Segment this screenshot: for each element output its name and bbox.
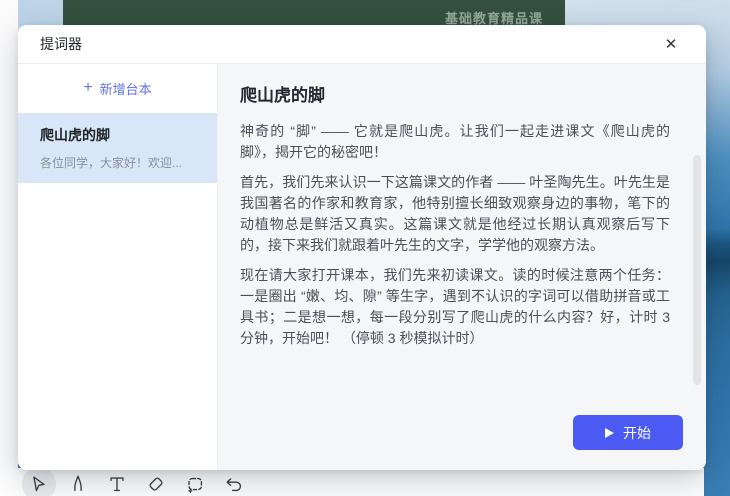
background-slide: 基础教育精品课 — [63, 0, 565, 26]
lasso-tool-icon[interactable] — [184, 473, 206, 495]
undo-tool-icon[interactable] — [223, 473, 245, 495]
annotation-toolbar — [22, 467, 245, 496]
play-icon — [605, 427, 614, 438]
dialog-body: + 新增台本 爬山虎的脚 各位同学，大家好！欢迎... 爬山虎的脚 神奇的 “脚… — [18, 64, 706, 470]
script-list-item[interactable]: 爬山虎的脚 各位同学，大家好！欢迎... — [18, 113, 217, 183]
dialog-header: 提词器 ✕ — [18, 25, 706, 64]
start-button[interactable]: 开始 — [573, 415, 683, 450]
script-item-title: 爬山虎的脚 — [40, 127, 110, 143]
script-content-pane: 爬山虎的脚 神奇的 “脚” —— 它就是爬山虎。让我们一起走进课文《爬山虎的脚》… — [218, 64, 706, 470]
script-sidebar: + 新增台本 爬山虎的脚 各位同学，大家好！欢迎... — [18, 64, 218, 470]
script-paragraph: 首先，我们先来认识一下这篇课文的作者 —— 叶圣陶先生。叶先生是我国著名的作家和… — [240, 174, 670, 253]
dialog-title: 提词器 — [40, 36, 82, 52]
script-item-preview: 各位同学，大家好！欢迎... — [40, 156, 183, 170]
teleprompter-dialog: 提词器 ✕ + 新增台本 爬山虎的脚 各位同学，大家好！欢迎... 爬山虎的脚 … — [18, 25, 706, 470]
background-wallpaper-patch — [18, 0, 63, 26]
add-script-label: 新增台本 — [99, 82, 152, 97]
close-icon[interactable]: ✕ — [661, 34, 681, 54]
script-title: 爬山虎的脚 — [240, 86, 325, 105]
eraser-tool-icon[interactable] — [145, 473, 167, 495]
pen-tool-icon[interactable] — [67, 473, 89, 495]
start-button-label: 开始 — [623, 424, 651, 441]
add-script-button[interactable]: + 新增台本 — [18, 64, 217, 113]
plus-icon: + — [83, 79, 93, 96]
cursor-tool-icon[interactable] — [22, 467, 56, 496]
script-paragraph: 现在请大家打开课本，我们先来初读课文。读的时候注意两个任务：一是圈出 “嫩、均、… — [240, 267, 670, 346]
background-window-edge — [0, 0, 18, 496]
text-tool-icon[interactable] — [106, 473, 128, 495]
script-paragraph: 神奇的 “脚” —— 它就是爬山虎。让我们一起走进课文《爬山虎的脚》，揭开它的秘… — [240, 123, 670, 160]
content-scrollbar[interactable] — [693, 155, 701, 385]
